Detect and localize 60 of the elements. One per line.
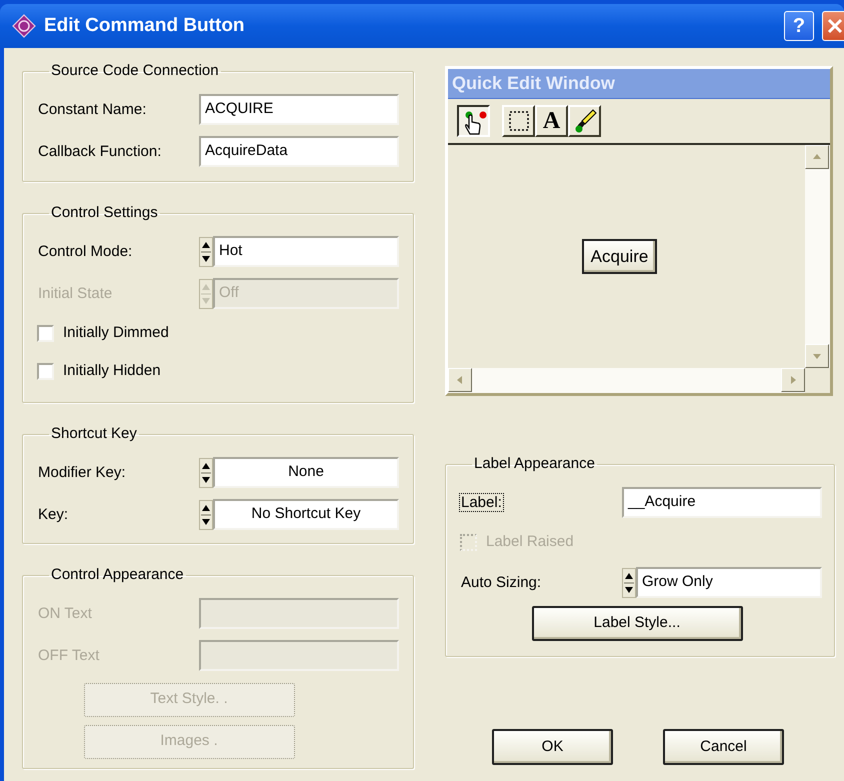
field-label: Callback Function: [37, 142, 162, 160]
text-field[interactable]: AcquireData [199, 136, 399, 167]
app-icon [12, 14, 36, 38]
field-value: No Shortcut Key [251, 504, 361, 524]
field-label: Constant Name: [37, 100, 148, 118]
group-title: Control Appearance [50, 565, 185, 585]
tool-button[interactable]: A [535, 105, 568, 137]
dialog-button[interactable]: Label Style... [532, 606, 742, 640]
checkbox-label: Initially Hidden [63, 361, 161, 382]
selection-rectangle-icon [506, 109, 530, 133]
group-title: Shortcut Key [50, 424, 138, 444]
text-field[interactable]: __Acquire [622, 487, 822, 518]
checkbox[interactable] [37, 325, 54, 342]
spinner-arrows-icon[interactable] [199, 236, 213, 266]
text-field[interactable]: No Shortcut Key [213, 499, 399, 530]
field-label: Label: [460, 494, 503, 510]
spinner-arrows-icon[interactable] [622, 568, 636, 598]
close-button[interactable] [822, 11, 844, 41]
field-value: __Acquire [628, 492, 696, 512]
tool-button[interactable] [457, 105, 490, 137]
field-label: Initial State [37, 284, 114, 302]
horizontal-scrollbar[interactable] [448, 368, 805, 393]
text-field[interactable]: ACQUIRE [199, 94, 399, 125]
checkbox[interactable] [37, 363, 54, 380]
dialog-button[interactable]: Cancel [663, 729, 784, 765]
text-field[interactable]: Grow Only [636, 567, 822, 598]
checkbox-label: Initially Dimmed [63, 323, 169, 344]
field-value: ACQUIRE [205, 99, 274, 120]
field-label: Key: [37, 506, 70, 522]
field-label: Modifier Key: [37, 464, 127, 480]
scroll-arrow-button[interactable] [781, 368, 805, 392]
text-field[interactable]: Hot [213, 236, 399, 267]
group-title: Source Code Connection [50, 61, 220, 81]
help-button[interactable]: ? [784, 11, 814, 41]
spinner-arrows-icon[interactable] [199, 458, 213, 488]
text-field[interactable]: None [213, 457, 399, 488]
group-title: Label Appearance [473, 454, 596, 474]
vertical-scrollbar[interactable] [805, 145, 830, 368]
window-title: Edit Command Button [44, 14, 246, 38]
scroll-arrow-button[interactable] [805, 145, 829, 169]
field-label: ON Text [37, 604, 93, 622]
field-value: Hot [219, 241, 242, 262]
text-tool-glyph: A [542, 109, 560, 133]
field-value: Grow Only [642, 572, 713, 592]
paintbrush-icon [572, 108, 596, 134]
field-value: AcquireData [205, 141, 288, 162]
field-value: Off [219, 283, 239, 304]
spinner-arrows-icon[interactable] [199, 500, 213, 530]
panel-title: Quick Edit Window [452, 72, 615, 95]
close-icon [826, 17, 844, 35]
dialog-button[interactable]: OK [492, 729, 613, 765]
field-label: Control Mode: [37, 242, 134, 260]
field-value: None [288, 462, 324, 482]
checkbox-label: Label Raised [486, 532, 574, 552]
preview-button[interactable]: Acquire [582, 239, 658, 274]
scroll-arrow-button[interactable] [448, 368, 472, 392]
group-title: Control Settings [50, 203, 159, 223]
scroll-arrow-button[interactable] [805, 344, 829, 368]
field-label: OFF Text [37, 646, 100, 664]
field-label: Auto Sizing: [460, 574, 542, 590]
